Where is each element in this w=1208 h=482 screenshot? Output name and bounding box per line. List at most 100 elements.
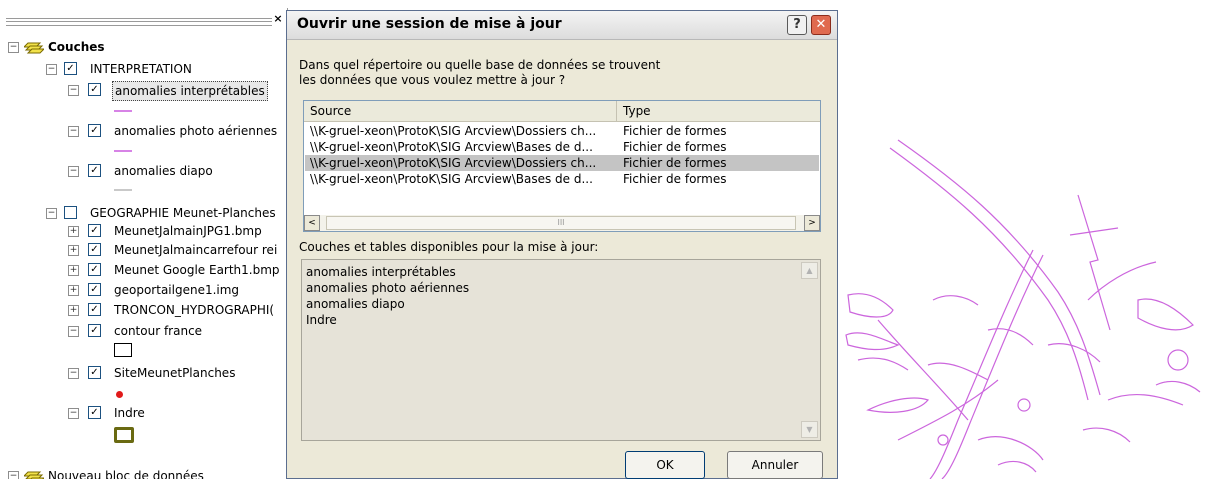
toc-root-row[interactable]: − Couches xyxy=(0,38,287,56)
group-geographie[interactable]: − GEOGRAPHIE Meunet-Planches xyxy=(0,204,287,222)
scroll-left-button[interactable]: < xyxy=(304,215,320,231)
list-row[interactable]: \\K-gruel-xeon\ProtoK\SIG Arcview\Bases … xyxy=(305,139,819,155)
column-header-source[interactable]: Source xyxy=(304,101,617,121)
collapse-icon[interactable]: − xyxy=(8,471,19,479)
row-source: \\K-gruel-xeon\ProtoK\SIG Arcview\Bases … xyxy=(310,140,593,154)
list-item[interactable]: anomalies diapo xyxy=(306,296,405,312)
layer-troncon-hydrographie[interactable]: + ✓ TRONCON_HYDROGRAPHI( xyxy=(0,301,287,319)
layer-label: Indre xyxy=(114,406,145,420)
list-item[interactable]: anomalies interprétables xyxy=(306,264,456,280)
data-frame-label: Nouveau bloc de données xyxy=(48,469,204,479)
layer-checkbox[interactable]: ✓ xyxy=(88,263,101,276)
line-symbol xyxy=(114,189,132,191)
prompt-line-1: Dans quel répertoire ou quelle base de d… xyxy=(299,58,661,72)
scroll-thumb[interactable]: III xyxy=(326,216,796,230)
layer-anomalies-photo-aeriennes[interactable]: − ✓ anomalies photo aériennes xyxy=(0,122,287,140)
workspace-list[interactable]: Source Type \\K-gruel-xeon\ProtoK\SIG Ar… xyxy=(303,100,821,232)
list-row-selected[interactable]: \\K-gruel-xeon\ProtoK\SIG Arcview\Dossie… xyxy=(305,155,819,171)
expand-icon[interactable]: + xyxy=(68,265,79,276)
group-label: GEOGRAPHIE Meunet-Planches xyxy=(90,206,276,220)
row-type: Fichier de formes xyxy=(623,172,727,186)
layer-checkbox[interactable]: ✓ xyxy=(88,303,101,316)
map-view[interactable] xyxy=(838,0,1208,480)
row-type: Fichier de formes xyxy=(623,140,727,154)
collapse-icon[interactable]: − xyxy=(8,42,19,53)
row-type: Fichier de formes xyxy=(623,156,727,170)
collapse-icon[interactable]: − xyxy=(68,368,79,379)
layer-label: MeunetJalmaincarrefour rei xyxy=(114,243,278,257)
map-canvas[interactable] xyxy=(838,0,1208,480)
update-session-dialog: Ouvrir une session de mise à jour ? ✕ Da… xyxy=(286,10,838,479)
layer-meunet-google-earth1[interactable]: + ✓ Meunet Google Earth1.bmp xyxy=(0,261,287,279)
toc-close-icon[interactable]: × xyxy=(272,12,284,26)
layer-checkbox[interactable]: ✓ xyxy=(88,283,101,296)
layer-anomalies-diapo[interactable]: − ✓ anomalies diapo xyxy=(0,162,287,180)
toc-root-label: Couches xyxy=(48,40,105,54)
data-frame-new[interactable]: − Nouveau bloc de données xyxy=(0,467,287,479)
expand-icon[interactable]: + xyxy=(68,226,79,237)
layer-meunetjalmaincarrefour[interactable]: + ✓ MeunetJalmaincarrefour rei xyxy=(0,241,287,259)
collapse-icon[interactable]: − xyxy=(68,126,79,137)
collapse-icon[interactable]: − xyxy=(68,166,79,177)
expand-icon[interactable]: + xyxy=(68,305,79,316)
expand-icon[interactable]: + xyxy=(68,245,79,256)
layer-label: anomalies photo aériennes xyxy=(114,124,278,138)
prompt-line-2: les données que vous voulez mettre à jou… xyxy=(299,73,566,87)
line-symbol xyxy=(114,150,132,152)
list-item[interactable]: anomalies photo aériennes xyxy=(306,280,469,296)
available-layers-label: Couches et tables disponibles pour la mi… xyxy=(299,240,599,254)
available-layers-list[interactable]: anomalies interprétables anomalies photo… xyxy=(301,259,821,441)
collapse-icon[interactable]: − xyxy=(68,408,79,419)
layer-checkbox[interactable]: ✓ xyxy=(88,243,101,256)
dialog-title-bar[interactable]: Ouvrir une session de mise à jour ? ✕ xyxy=(287,11,837,40)
list-row[interactable]: \\K-gruel-xeon\ProtoK\SIG Arcview\Bases … xyxy=(305,171,819,187)
layer-label: SiteMeunetPlanches xyxy=(114,366,236,380)
list-item[interactable]: Indre xyxy=(306,312,337,328)
row-source: \\K-gruel-xeon\ProtoK\SIG Arcview\Dossie… xyxy=(310,124,597,138)
help-button[interactable]: ? xyxy=(787,15,807,35)
collapse-icon[interactable]: − xyxy=(68,85,79,96)
layer-checkbox[interactable]: ✓ xyxy=(88,224,101,237)
toc-title-bar: × xyxy=(0,0,287,36)
layer-label: contour france xyxy=(114,324,203,338)
layers-icon xyxy=(24,471,44,479)
group-checkbox[interactable] xyxy=(64,206,77,219)
group-label: INTERPRETATION xyxy=(90,62,192,76)
table-of-contents-panel: × − Couches − ✓ INTERPRETATION − ✓ anoma… xyxy=(0,0,288,479)
layer-meunetjalmainjpg1[interactable]: + ✓ MeunetJalmainJPG1.bmp xyxy=(0,222,287,240)
layer-contour-france[interactable]: − ✓ contour france xyxy=(0,322,287,340)
layer-anomalies-interpretables[interactable]: − ✓ anomalies interprétables xyxy=(0,81,287,101)
ok-button[interactable]: OK xyxy=(625,451,705,479)
layer-checkbox[interactable]: ✓ xyxy=(88,83,101,96)
column-header-type[interactable]: Type xyxy=(617,101,820,121)
group-interpretation[interactable]: − ✓ INTERPRETATION xyxy=(0,60,287,78)
layer-checkbox[interactable]: ✓ xyxy=(88,366,101,379)
scroll-right-button[interactable]: > xyxy=(804,215,820,231)
collapse-icon[interactable]: − xyxy=(46,64,57,75)
collapse-icon[interactable]: − xyxy=(68,326,79,337)
layer-geoportailgene1[interactable]: + ✓ geoportailgene1.img xyxy=(0,281,287,299)
layer-checkbox[interactable]: ✓ xyxy=(88,164,101,177)
map-features xyxy=(845,139,1201,480)
group-checkbox[interactable]: ✓ xyxy=(64,62,77,75)
collapse-icon[interactable]: − xyxy=(46,208,57,219)
vertical-scrollbar[interactable]: ▲ ▼ xyxy=(801,262,818,438)
toc-grip-handle[interactable] xyxy=(6,18,272,26)
layer-label: geoportailgene1.img xyxy=(114,283,240,297)
layer-label: anomalies diapo xyxy=(114,164,213,178)
close-button[interactable]: ✕ xyxy=(811,15,831,35)
scroll-up-button[interactable]: ▲ xyxy=(801,262,818,279)
layer-checkbox[interactable]: ✓ xyxy=(88,406,101,419)
list-row[interactable]: \\K-gruel-xeon\ProtoK\SIG Arcview\Dossie… xyxy=(305,123,819,139)
line-symbol xyxy=(114,110,132,112)
horizontal-scrollbar[interactable]: < III > xyxy=(304,215,820,231)
expand-icon[interactable]: + xyxy=(68,285,79,296)
layer-checkbox[interactable]: ✓ xyxy=(88,324,101,337)
row-type: Fichier de formes xyxy=(623,124,727,138)
cancel-button[interactable]: Annuler xyxy=(727,451,823,479)
layers-icon xyxy=(24,42,44,54)
layer-indre[interactable]: − ✓ Indre xyxy=(0,404,287,422)
layer-checkbox[interactable]: ✓ xyxy=(88,124,101,137)
layer-sitemeunetplanches[interactable]: − ✓ SiteMeunetPlanches xyxy=(0,364,287,382)
scroll-down-button[interactable]: ▼ xyxy=(801,421,818,438)
